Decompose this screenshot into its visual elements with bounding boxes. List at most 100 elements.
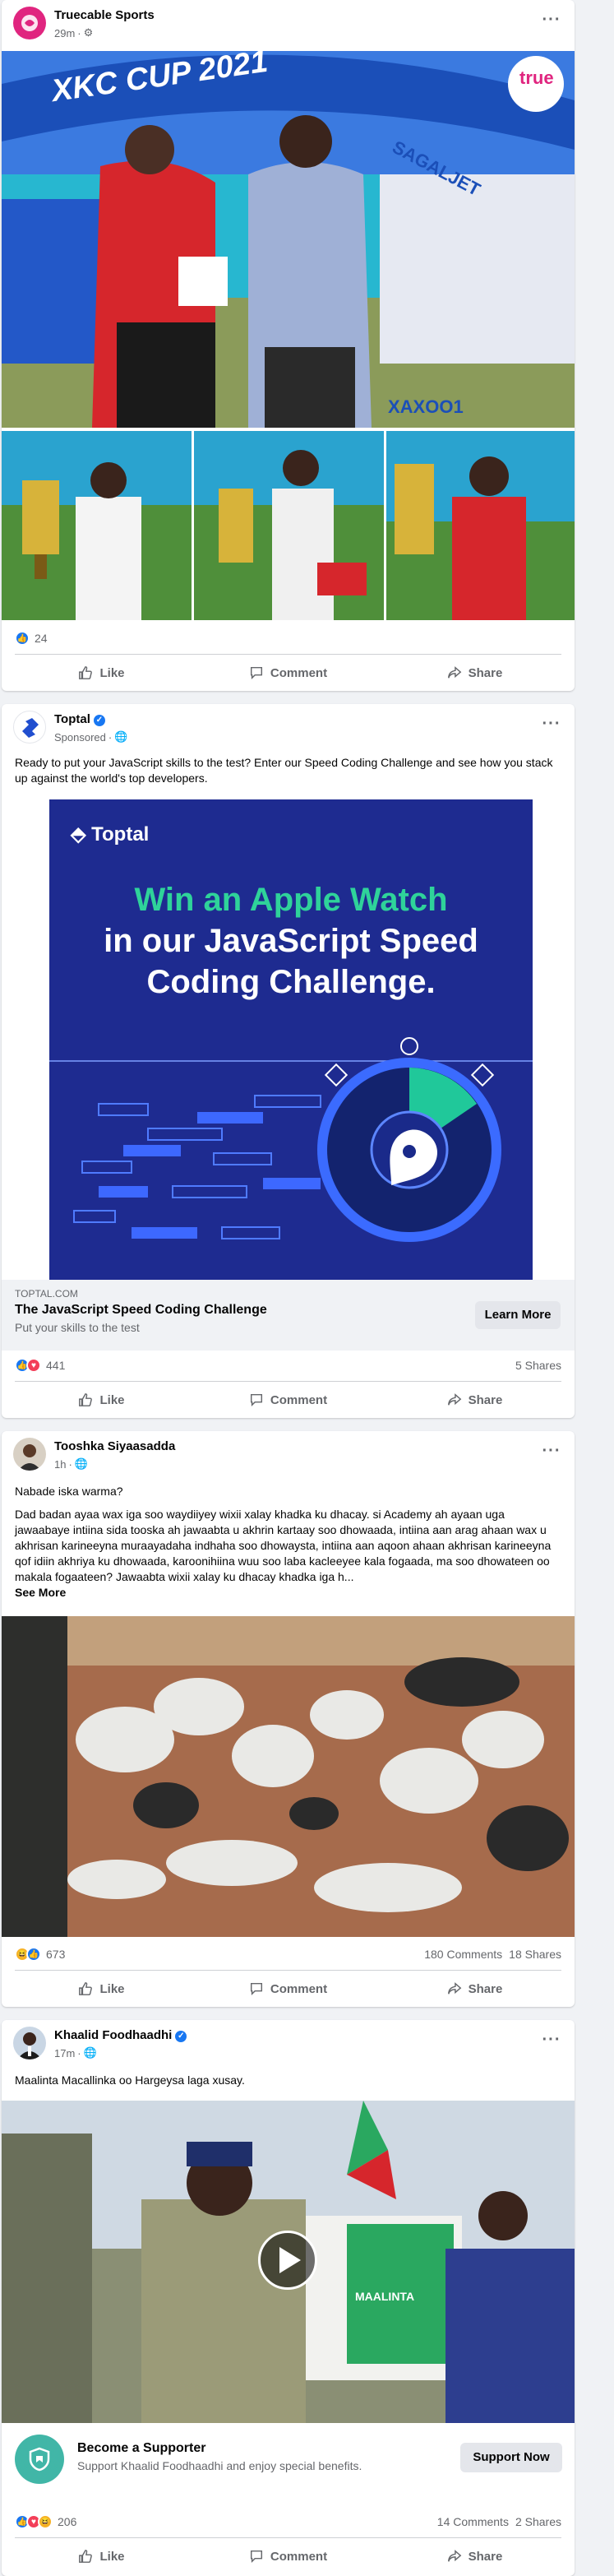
divider — [15, 2537, 561, 2538]
post-text: Maalinta Macallinka oo Hargeysa laga xus… — [15, 2073, 245, 2087]
share-count[interactable]: 5 Shares — [515, 1359, 561, 1372]
ad-creative[interactable]: ⬘ Toptal Win an Apple Watch in our JavaS… — [49, 799, 533, 1280]
avatar[interactable] — [13, 1438, 46, 1471]
author-name[interactable]: Truecable Sports — [54, 8, 155, 22]
comment-icon — [250, 2550, 262, 2564]
reaction-icons[interactable]: 👍 ♥ — [15, 1358, 41, 1373]
share-button[interactable]: Share — [381, 1974, 568, 2004]
globe-icon: 🌐 — [74, 1457, 88, 1470]
supporter-banner[interactable]: Become a Supporter Support Khaalid Foodh… — [2, 2423, 575, 2486]
post-time[interactable]: 1h — [54, 1458, 66, 1471]
share-button[interactable]: Share — [381, 658, 568, 688]
share-icon — [447, 1393, 461, 1406]
post-photo[interactable] — [2, 1616, 575, 1937]
like-icon — [79, 2550, 93, 2563]
post-text-title: Nabade iska warma? — [15, 1485, 123, 1498]
share-label: Share — [468, 1392, 503, 1407]
action-row: Like Comment Share — [8, 2541, 568, 2571]
author-label: Khaalid Foodhaadhi — [54, 2028, 173, 2042]
share-icon — [447, 666, 461, 679]
globe-icon: 🌐 — [83, 2046, 97, 2059]
more-options-icon[interactable]: ··· — [538, 714, 565, 740]
like-button[interactable]: Like — [8, 658, 195, 688]
supporter-subtitle: Support Khaalid Foodhaadhi and enjoy spe… — [77, 2459, 362, 2472]
comment-icon — [250, 666, 262, 680]
settings-icon: ⚙ — [83, 26, 94, 39]
haha-reaction-icon: 😆 — [38, 2514, 53, 2529]
comment-button[interactable]: Comment — [195, 1385, 381, 1415]
comment-button[interactable]: Comment — [195, 1974, 381, 2004]
action-row: Like Comment Share — [8, 1385, 568, 1415]
share-button[interactable]: Share — [381, 1385, 568, 1415]
reaction-count[interactable]: 206 — [58, 2515, 76, 2528]
comment-label: Comment — [270, 2549, 328, 2564]
like-reaction-icon: 👍 — [26, 1947, 41, 1962]
side-text: XAXOO1 — [388, 396, 464, 417]
avatar[interactable] — [13, 2027, 46, 2059]
post-video[interactable]: MAALINTA — [2, 2101, 575, 2423]
post-photo-1[interactable] — [2, 431, 192, 620]
comment-label: Comment — [270, 665, 328, 680]
reaction-icons[interactable]: 😆 👍 — [15, 1947, 41, 1962]
verified-icon: ✓ — [93, 715, 105, 726]
like-label: Like — [99, 665, 125, 680]
more-options-icon[interactable]: ··· — [538, 1441, 565, 1467]
comment-button[interactable]: Comment — [195, 658, 381, 688]
reaction-count[interactable]: 673 — [46, 1948, 65, 1961]
reaction-count[interactable]: 441 — [46, 1359, 65, 1372]
comment-button[interactable]: Comment — [195, 2541, 381, 2571]
action-row: Like Comment Share — [8, 658, 568, 688]
comment-label: Comment — [270, 1981, 328, 1996]
reaction-summary: 😆 👍 673 180 Comments 18 Shares — [15, 1939, 561, 1969]
like-button[interactable]: Like — [8, 1974, 195, 2004]
link-domain: TOPTAL.COM — [15, 1288, 78, 1300]
reaction-count[interactable]: 24 — [35, 632, 48, 645]
author-name[interactable]: Tooshka Siyaasadda — [54, 1439, 175, 1453]
avatar[interactable] — [13, 7, 46, 39]
like-button[interactable]: Like — [8, 2541, 195, 2571]
author-name[interactable]: Khaalid Foodhaadhi ✓ — [54, 2028, 187, 2042]
see-more-link[interactable]: See More — [15, 1586, 66, 1599]
author-name[interactable]: Toptal ✓ — [54, 712, 105, 726]
like-icon — [79, 666, 93, 679]
reaction-icons[interactable]: 👍 — [15, 631, 30, 646]
ad-brand-label: Toptal — [91, 823, 150, 846]
post-meta: 1h · 🌐 — [54, 1457, 88, 1471]
more-options-icon[interactable]: ··· — [538, 2030, 565, 2056]
share-label: Share — [468, 665, 503, 680]
comment-count[interactable]: 180 Comments — [424, 1948, 502, 1961]
share-count[interactable]: 2 Shares — [515, 2515, 561, 2528]
post-header: Toptal ✓ Sponsored · 🌐 ··· — [2, 704, 575, 750]
reaction-icons[interactable]: 👍 ♥ 😆 — [15, 2514, 53, 2529]
share-label: Share — [468, 2549, 503, 2564]
ad-headline-3: Coding Challenge. — [146, 964, 436, 1000]
comment-count[interactable]: 14 Comments — [437, 2515, 509, 2528]
globe-icon: 🌐 — [114, 730, 128, 743]
reaction-summary: 👍 ♥ 😆 206 14 Comments 2 Shares — [15, 2507, 561, 2537]
post-time[interactable]: 29m — [54, 27, 75, 39]
post-meta: 17m · 🌐 — [54, 2046, 97, 2059]
more-options-icon[interactable]: ··· — [538, 10, 565, 36]
post-body: Dad badan ayaa wax iga soo waydiiyey wix… — [15, 1508, 552, 1583]
learn-more-button[interactable]: Learn More — [475, 1301, 561, 1329]
share-button[interactable]: Share — [381, 2541, 568, 2571]
like-icon — [79, 1982, 93, 1995]
reaction-summary: 👍 ♥ 441 5 Shares — [15, 1351, 561, 1380]
play-icon[interactable] — [258, 2231, 317, 2290]
share-count[interactable]: 18 Shares — [509, 1948, 561, 1961]
verified-icon: ✓ — [175, 2031, 187, 2042]
post-header: Truecable Sports 29m · ⚙ ··· — [2, 0, 575, 46]
avatar[interactable] — [13, 711, 46, 744]
link-preview[interactable]: TOPTAL.COM The JavaScript Speed Coding C… — [2, 1280, 575, 1351]
ad-headline-2: in our JavaScript Speed — [104, 923, 478, 959]
support-now-button[interactable]: Support Now — [460, 2443, 562, 2472]
post-photo-3[interactable] — [386, 431, 575, 620]
divider — [15, 1381, 561, 1382]
post-time[interactable]: 17m — [54, 2047, 75, 2059]
post-photo-2[interactable] — [194, 431, 384, 620]
like-label: Like — [99, 2549, 125, 2564]
sponsored-label[interactable]: Sponsored — [54, 731, 106, 744]
like-button[interactable]: Like — [8, 1385, 195, 1415]
divider — [15, 654, 561, 655]
post-photo-main[interactable]: XKC CUP 2021 SAGALJET true XAXOO1 — [2, 51, 575, 428]
